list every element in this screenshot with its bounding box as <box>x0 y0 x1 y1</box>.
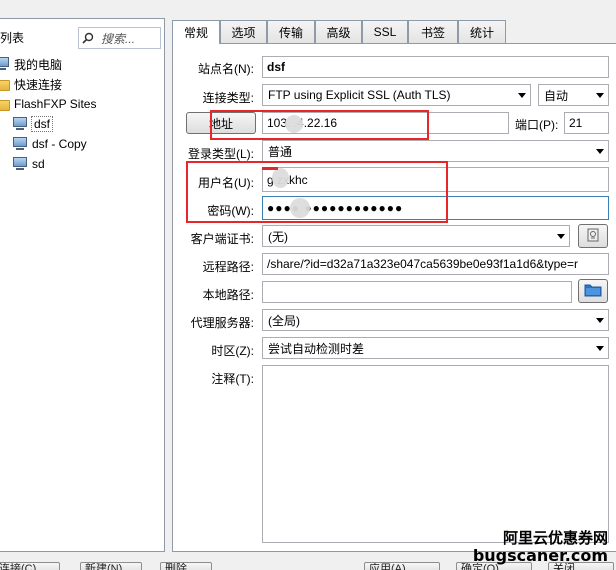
tab-general[interactable]: 常规 <box>172 20 220 44</box>
timezone-select[interactable]: 尝试自动检测时差 <box>262 337 609 359</box>
chevron-down-icon <box>596 346 604 351</box>
site-search-input[interactable]: 搜索... <box>78 27 161 49</box>
site-icon <box>12 136 28 152</box>
site-list-title: 点列表 <box>0 31 25 45</box>
tab-options[interactable]: 选项 <box>220 20 267 43</box>
chevron-down-icon <box>518 93 526 98</box>
tree-item-dsf[interactable]: dsf <box>12 115 54 133</box>
search-icon <box>81 31 95 45</box>
proxy-label: 代理服务器: <box>190 316 254 330</box>
client-cert-select[interactable]: (无) <box>262 225 570 247</box>
annotation-box-address <box>210 110 429 140</box>
chevron-down-icon <box>596 93 604 98</box>
delete-button[interactable]: 删除 <box>160 562 212 570</box>
login-type-label: 登录类型(L): <box>187 147 254 161</box>
proxy-select[interactable]: (全局) <box>262 309 609 331</box>
tab-transfer[interactable]: 传输 <box>267 20 315 43</box>
tree-item-flashfxp-sites[interactable]: FlashFXP Sites <box>0 95 96 113</box>
folder-icon <box>0 100 10 111</box>
tab-statistics[interactable]: 统计 <box>458 20 506 43</box>
port-input[interactable]: 21 <box>564 112 609 134</box>
notes-textarea[interactable] <box>262 365 609 543</box>
annotation-mark <box>262 167 278 170</box>
remote-path-label: 远程路径: <box>202 260 254 274</box>
site-icon <box>12 156 28 172</box>
site-list-header: 点列表 搜索... <box>0 25 165 51</box>
connect-button[interactable]: 连接(C) <box>0 562 60 570</box>
tab-advanced[interactable]: 高级 <box>315 20 362 43</box>
login-type-select[interactable]: 普通 <box>262 140 609 162</box>
notes-scrollbar[interactable] <box>593 366 608 542</box>
tab-bookmarks[interactable]: 书签 <box>408 20 458 43</box>
cert-manager-button[interactable] <box>578 224 608 248</box>
watermark: 阿里云优惠券网 bugscaner.com <box>472 529 608 565</box>
tree-item-quick-connect[interactable]: 快速连接 <box>0 75 62 93</box>
local-path-input[interactable] <box>262 281 572 303</box>
site-name-label: 站点名(N): <box>198 62 254 76</box>
apply-button[interactable]: 应用(A) <box>364 562 440 570</box>
chevron-down-icon <box>557 234 565 239</box>
site-list-panel: 点列表 搜索... 我的电脑 快速连接 FlashFXP Sites dsf d… <box>0 18 165 552</box>
site-icon <box>12 116 28 132</box>
new-button[interactable]: 新建(N) <box>80 562 142 570</box>
site-name-input[interactable]: dsf <box>262 56 609 78</box>
certificate-icon <box>586 228 600 245</box>
chevron-down-icon <box>596 149 604 154</box>
tree-item-sd[interactable]: sd <box>12 155 45 173</box>
chevron-down-icon <box>596 318 604 323</box>
tab-ssl[interactable]: SSL <box>362 20 408 43</box>
local-path-label: 本地路径: <box>202 288 254 302</box>
notes-label: 注释(T): <box>211 372 254 386</box>
computer-icon <box>0 56 10 72</box>
search-placeholder: 搜索... <box>101 31 136 46</box>
connection-mode-select[interactable]: 自动 <box>538 84 609 106</box>
annotation-box-credentials <box>186 161 448 223</box>
connection-type-label: 连接类型: <box>202 91 254 105</box>
tree-item-my-computer[interactable]: 我的电脑 <box>0 55 62 73</box>
tree-item-dsf-copy[interactable]: dsf - Copy <box>12 135 87 153</box>
folder-icon <box>0 80 10 91</box>
timezone-label: 时区(Z): <box>211 344 254 358</box>
folder-icon <box>584 283 602 300</box>
browse-folder-button[interactable] <box>578 279 608 303</box>
client-cert-label: 客户端证书: <box>190 232 254 246</box>
title-bar <box>0 0 616 8</box>
remote-path-input[interactable]: /share/?id=d32a71a323e047ca5639be0e93f1a… <box>262 253 609 275</box>
connection-type-select[interactable]: FTP using Explicit SSL (Auth TLS) <box>262 84 531 106</box>
port-label: 端口(P): <box>515 118 559 132</box>
